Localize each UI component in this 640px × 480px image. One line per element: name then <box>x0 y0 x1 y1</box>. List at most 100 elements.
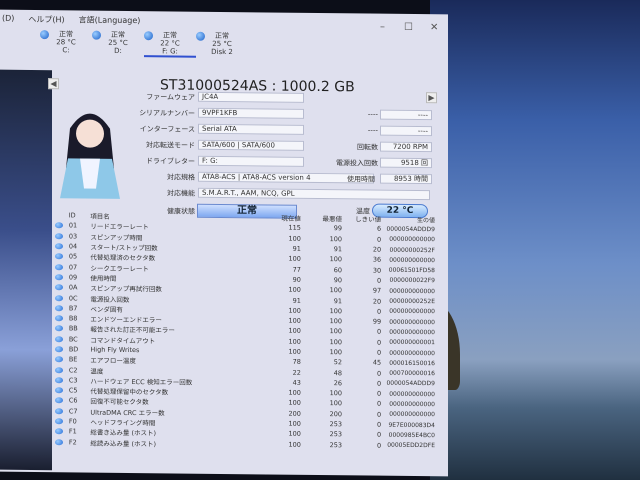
threshold-value: 6 <box>377 225 382 234</box>
status-dot-icon <box>55 284 63 291</box>
worst-value: 200 <box>329 409 342 419</box>
attribute-name: コマンドタイムアウト <box>90 336 156 345</box>
features-label: 対応機能 <box>167 189 195 198</box>
serial-value: 9VPF1KFB <box>198 107 304 119</box>
prev-disk-button[interactable]: ◀ <box>48 78 59 90</box>
disk-tab-d[interactable]: 正常 25 °C D: <box>92 29 144 58</box>
status-dot-icon <box>55 438 63 445</box>
raw-value: 000000000001 <box>389 338 435 347</box>
threshold-value: 0 <box>377 420 382 429</box>
threshold-value: 20 <box>372 297 382 306</box>
header-id: ID <box>68 211 76 220</box>
blank2-label: ---- <box>367 126 378 135</box>
disk-tab-disk2[interactable]: 正常 25 °C Disk 2 <box>196 30 248 59</box>
interface-value: Serial ATA <box>198 123 304 135</box>
header-worst: 最悪値 <box>322 215 342 224</box>
blank1-label: ---- <box>367 110 378 119</box>
menu-item-help[interactable]: ヘルプ(H) <box>28 14 64 28</box>
menu-item-language[interactable]: 言語(Language) <box>79 14 141 29</box>
power-on-hours-label: 使用時間 <box>347 175 375 184</box>
transfer-mode-label: 対応転送モード <box>146 141 195 150</box>
worst-value: 253 <box>329 440 342 449</box>
features-value: S.M.A.R.T., AAM, NCQ, GPL <box>198 187 430 201</box>
status-dot-icon <box>55 315 63 322</box>
firmware-value: JC4A <box>198 91 304 103</box>
smart-table: ID 項目名 現在値 最悪値 しきい値 生の値 01 リードエラーレート 115 99… <box>55 210 435 451</box>
status-dot-icon <box>55 263 63 270</box>
current-value: 100 <box>288 306 301 315</box>
threshold-value: 0 <box>377 276 382 285</box>
threshold-value: 0 <box>377 348 382 357</box>
next-disk-button[interactable]: ▶ <box>426 92 437 104</box>
status-dot-icon <box>196 31 205 41</box>
crystaldiskinfo-window: (D) ヘルプ(H) 言語(Language) – ☐ ✕ 正常 28 °C C: … <box>0 9 448 477</box>
worst-value: 90 <box>333 276 342 285</box>
attribute-id: F0 <box>68 417 77 426</box>
status-dot-icon <box>55 346 63 353</box>
current-value: 100 <box>288 234 301 243</box>
attribute-name: High Fly Writes <box>90 345 140 355</box>
threshold-value: 0 <box>377 379 382 388</box>
attribute-id: C3 <box>68 376 78 385</box>
threshold-value: 0 <box>377 235 382 244</box>
attribute-id: 03 <box>68 232 78 241</box>
raw-value: 00000000252F <box>389 246 435 254</box>
threshold-value: 45 <box>372 358 382 367</box>
worst-value: 60 <box>333 265 342 274</box>
menu-bar: (D) ヘルプ(H) 言語(Language) <box>0 14 140 29</box>
status-dot-icon <box>55 418 63 425</box>
threshold-value: 0 <box>377 338 382 347</box>
current-value: 100 <box>288 399 301 408</box>
menu-item-disk[interactable]: (D) <box>2 14 14 28</box>
power-on-count-label: 電源投入回数 <box>336 159 378 168</box>
attribute-id: BE <box>68 355 78 364</box>
threshold-value: 0 <box>377 307 382 316</box>
current-value: 100 <box>288 255 301 264</box>
disk-name: Disk 2 <box>211 47 233 57</box>
current-value: 43 <box>292 378 301 387</box>
raw-value: 9E7E000083D4 <box>388 421 435 429</box>
attribute-id: BB <box>68 324 78 333</box>
status-dot-icon <box>55 274 63 281</box>
threshold-value: 0 <box>377 430 382 440</box>
raw-value: 000016150016 <box>389 359 435 368</box>
status-dot-icon <box>55 397 63 404</box>
raw-value: 00005EDD2DFE <box>387 441 435 450</box>
raw-value: 000000000000 <box>389 411 435 419</box>
threshold-value: 0 <box>377 410 382 419</box>
worst-value: 100 <box>329 306 342 316</box>
raw-value: 000000000000 <box>389 256 435 265</box>
maximize-button[interactable]: ☐ <box>404 22 413 33</box>
current-value: 100 <box>288 388 301 397</box>
firmware-label: ファームウェア <box>146 93 195 102</box>
minimize-button[interactable]: – <box>380 22 385 33</box>
current-value: 100 <box>288 430 301 439</box>
current-value: 100 <box>288 419 301 428</box>
disk-tab-fg[interactable]: 正常 22 °C F: G: <box>144 29 196 58</box>
drive-letter-label: ドライブレター <box>146 157 195 166</box>
threshold-value: 20 <box>372 245 382 254</box>
raw-value: 000000000000 <box>389 318 435 326</box>
header-threshold: しきい値 <box>355 215 382 224</box>
current-value: 22 <box>292 368 301 377</box>
status-dot-icon <box>55 335 63 343</box>
attribute-id: C5 <box>68 386 78 395</box>
disk-tab-c[interactable]: 正常 28 °C C: <box>40 28 92 57</box>
attribute-id: 05 <box>68 252 78 261</box>
mascot-character-image <box>60 113 120 199</box>
disk-name: C: <box>62 46 70 55</box>
worst-value: 100 <box>329 327 342 336</box>
raw-value: 0000054ADDD9 <box>386 380 435 388</box>
header-current: 現在値 <box>281 214 301 223</box>
attribute-id: F1 <box>68 427 77 436</box>
raw-value: 0000000022F9 <box>389 277 435 285</box>
status-dot-icon <box>55 356 63 363</box>
worst-value: 52 <box>333 358 342 367</box>
worst-value: 100 <box>329 255 342 264</box>
power-on-count-value: 9518 回 <box>380 157 432 169</box>
rotation-label: 回転数 <box>357 143 378 152</box>
current-value: 91 <box>292 296 301 305</box>
current-value: 78 <box>292 358 301 367</box>
close-button[interactable]: ✕ <box>430 22 438 33</box>
interface-label: インターフェース <box>139 125 195 134</box>
